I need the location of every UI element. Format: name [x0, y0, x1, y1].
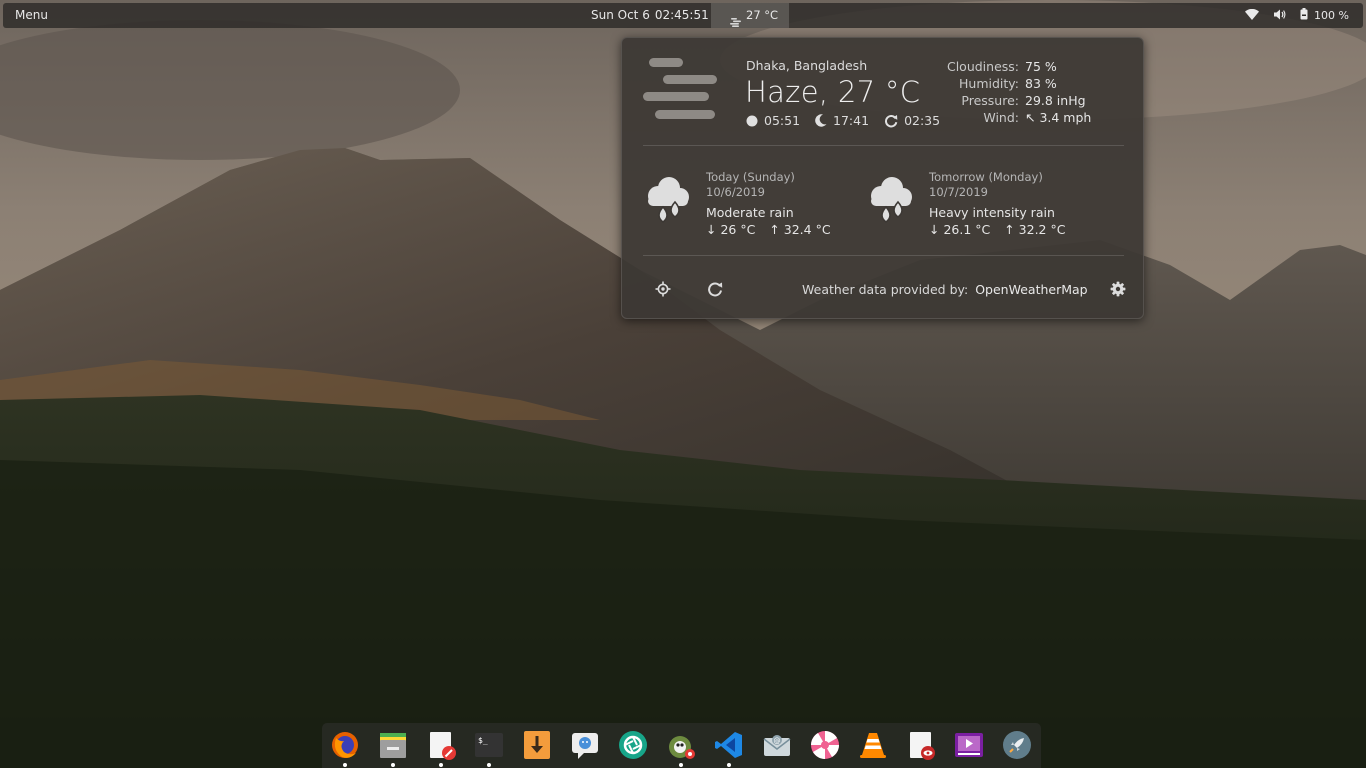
divider — [643, 255, 1124, 256]
dock: $_ @ — [322, 723, 1041, 768]
attribution: Weather data provided by: OpenWeatherMap — [802, 282, 1088, 297]
running-indicator — [679, 763, 683, 767]
clock[interactable]: Sun Oct 6 02:45:51 — [591, 3, 709, 28]
weather-popup: Dhaka, Bangladesh Haze, 27 °C 05:51 17:4… — [621, 37, 1144, 319]
detail-row-humidity: Humidity: 83 % — [922, 75, 1091, 92]
wifi-icon[interactable] — [1245, 8, 1260, 23]
forecast-condition: Heavy intensity rain — [929, 205, 1055, 220]
dock-item-files[interactable] — [378, 730, 408, 767]
current-weather-icon — [643, 58, 717, 126]
clock-date: Sun Oct 6 — [591, 8, 650, 22]
sunset-icon — [815, 114, 827, 127]
dock-item-screenshot[interactable] — [618, 730, 648, 760]
dock-item-vscode[interactable] — [714, 730, 744, 767]
battery-icon[interactable] — [1300, 8, 1308, 23]
document-viewer-icon — [910, 732, 935, 760]
dock-item-launcher[interactable] — [1002, 730, 1032, 760]
detail-label: Cloudiness: — [946, 59, 1019, 74]
dock-item-gimp[interactable] — [666, 730, 696, 767]
running-indicator — [727, 763, 731, 767]
crosshair-icon — [655, 281, 671, 297]
running-indicator — [439, 763, 443, 767]
mail-icon: @ — [763, 735, 791, 756]
divider — [643, 145, 1124, 146]
running-indicator — [487, 763, 491, 767]
forecast-high: ↑ 32.2 °C — [1004, 222, 1066, 237]
dock-item-video-player[interactable] — [954, 730, 984, 760]
haze-icon — [730, 11, 742, 36]
dock-item-text-editor[interactable] — [426, 730, 456, 767]
dock-item-chat[interactable] — [570, 730, 600, 760]
top-panel: Menu Sun Oct 6 02:45:51 27 °C 100 % — [3, 3, 1363, 28]
svg-text:@: @ — [774, 737, 781, 745]
sunrise-icon — [746, 115, 758, 126]
forecast-date: 10/6/2019 — [706, 185, 765, 199]
vlc-icon — [860, 733, 886, 758]
forecast-low: ↓ 26 °C — [706, 222, 756, 237]
detail-label: Humidity: — [959, 76, 1019, 91]
rain-icon — [642, 176, 692, 228]
forecast-high: ↑ 32.4 °C — [769, 222, 831, 237]
weather-location: Dhaka, Bangladesh — [746, 58, 868, 73]
weather-details: Cloudiness: 75 % Humidity: 83 % Pressure… — [922, 58, 1091, 126]
settings-button[interactable] — [1110, 281, 1126, 297]
rocket-icon — [1003, 731, 1031, 759]
dock-item-mail[interactable]: @ — [762, 730, 792, 760]
text-editor-icon — [430, 732, 456, 760]
forecast-date: 10/7/2019 — [929, 185, 988, 199]
running-indicator — [343, 763, 347, 767]
detail-value: 83 % — [1025, 76, 1057, 91]
volume-icon[interactable] — [1274, 9, 1286, 23]
download-icon — [524, 731, 550, 759]
weather-indicator[interactable]: 27 °C — [711, 3, 789, 28]
indicator-temperature: 27 °C — [746, 8, 779, 22]
detail-value: 29.8 inHg — [1025, 93, 1086, 108]
detail-row-pressure: Pressure: 29.8 inHg — [922, 92, 1091, 109]
detail-value: 75 % — [1025, 59, 1057, 74]
firefox-icon — [332, 732, 358, 758]
detail-row-cloudiness: Cloudiness: 75 % — [922, 58, 1091, 75]
clock-time: 02:45:51 — [654, 8, 709, 22]
locate-button[interactable] — [655, 281, 671, 297]
dock-item-terminal[interactable]: $_ — [474, 730, 504, 767]
dock-item-firefox[interactable] — [330, 730, 360, 767]
system-tray: 100 % — [1245, 3, 1349, 28]
forecast-day: Today (Sunday) — [706, 170, 795, 184]
terminal-icon: $_ — [475, 733, 503, 757]
gimp-icon — [669, 736, 695, 759]
forecast-low: ↓ 26.1 °C — [929, 222, 991, 237]
sunset-time: 17:41 — [833, 113, 870, 128]
dock-item-vlc[interactable] — [858, 730, 888, 760]
forecast-condition: Moderate rain — [706, 205, 794, 220]
refresh-time-icon — [885, 114, 898, 127]
detail-row-wind: Wind: ↖ 3.4 mph — [922, 109, 1091, 126]
attribution-label: Weather data provided by: — [802, 282, 969, 297]
chat-icon — [572, 733, 598, 759]
detail-label: Wind: — [983, 110, 1019, 125]
weather-summary: Haze, 27 °C — [745, 75, 921, 109]
dock-item-downloader[interactable] — [522, 730, 552, 760]
running-indicator — [391, 763, 395, 767]
vscode-icon — [715, 732, 742, 758]
svg-text:$_: $_ — [478, 736, 488, 745]
dock-item-document-viewer[interactable] — [906, 730, 936, 760]
battery-percentage: 100 % — [1314, 9, 1349, 22]
forecast-day: Tomorrow (Monday) — [929, 170, 1043, 184]
menu-button[interactable]: Menu — [15, 3, 48, 28]
sun-times: 05:51 17:41 02:35 — [746, 113, 940, 128]
dock-item-lollypop[interactable] — [810, 730, 840, 760]
gear-icon — [1110, 281, 1126, 297]
provider-link[interactable]: OpenWeatherMap — [975, 282, 1087, 297]
lollypop-icon — [811, 731, 839, 759]
detail-label: Pressure: — [961, 93, 1019, 108]
rain-icon — [865, 176, 915, 228]
files-icon — [380, 733, 406, 758]
sunrise-time: 05:51 — [764, 113, 801, 128]
detail-value: ↖ 3.4 mph — [1025, 110, 1092, 125]
refresh-button[interactable] — [707, 281, 723, 297]
video-player-icon — [955, 733, 983, 757]
refresh-icon — [708, 282, 723, 297]
camera-aperture-icon — [619, 731, 647, 759]
